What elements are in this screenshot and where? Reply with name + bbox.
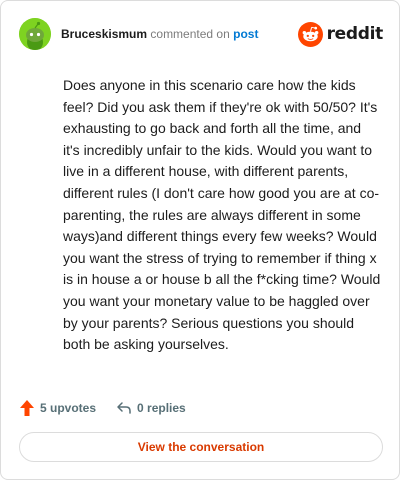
reddit-logo-icon (297, 21, 323, 47)
reddit-brand[interactable]: reddit (297, 21, 384, 47)
replies-count: 0 replies (137, 401, 186, 415)
upvote-arrow-icon (20, 400, 34, 416)
comment-meta: Bruceskismum commented on post (61, 27, 258, 41)
upvotes-action[interactable]: 5 upvotes (19, 399, 96, 417)
embedded-comment-card: Bruceskismum commented on post reddit Do… (0, 0, 400, 480)
commented-on-text: commented on (150, 27, 230, 41)
comment-actions: 5 upvotes 0 replies (19, 398, 206, 418)
user-avatar[interactable] (19, 18, 51, 50)
reddit-wordmark: reddit (326, 24, 384, 44)
upvotes-count: 5 upvotes (40, 401, 97, 415)
snoo-avatar-icon (19, 18, 51, 50)
view-conversation-button[interactable]: View the conversation (19, 432, 383, 462)
replies-action[interactable]: 0 replies (116, 400, 186, 416)
comment-body: Does anyone in this scenario care how th… (63, 77, 381, 353)
reply-arrow-icon (117, 402, 131, 414)
comment-header: Bruceskismum commented on post reddit (19, 18, 383, 50)
username-link[interactable]: Bruceskismum (61, 27, 147, 41)
post-link[interactable]: post (233, 27, 258, 41)
